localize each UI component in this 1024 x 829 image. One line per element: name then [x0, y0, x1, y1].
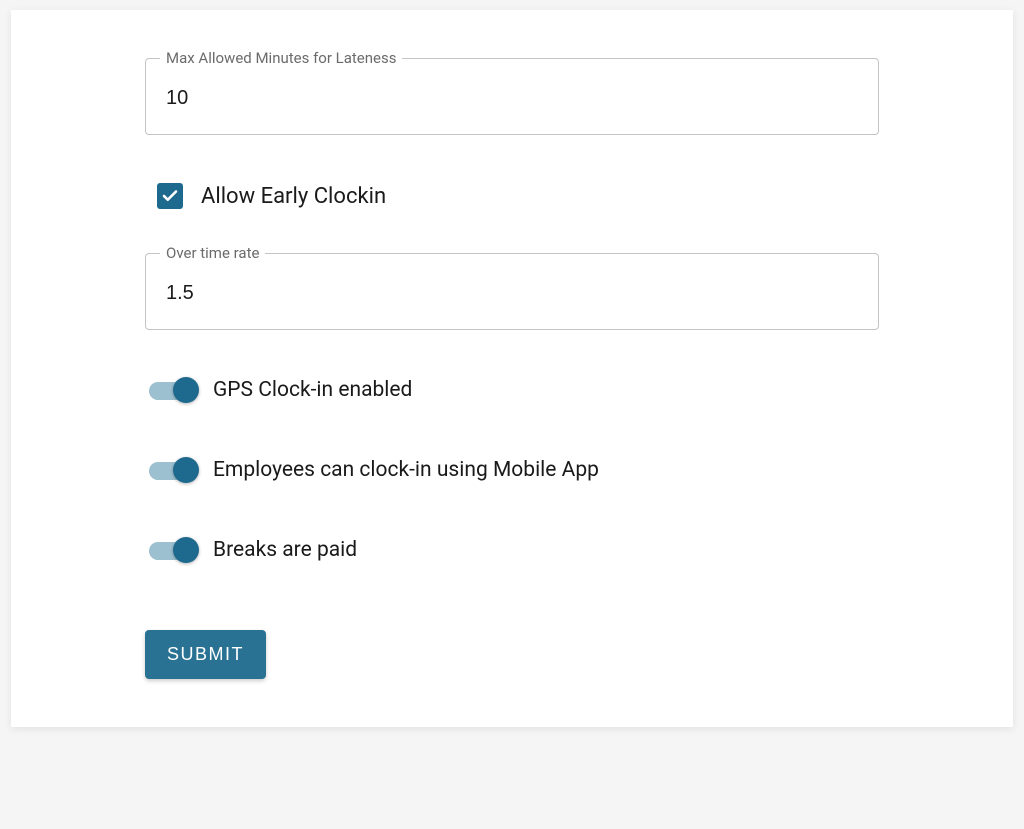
- early-clockin-label: Allow Early Clockin: [201, 184, 386, 209]
- gps-toggle-row: GPS Clock-in enabled: [145, 378, 879, 402]
- early-clockin-checkbox[interactable]: [157, 183, 183, 209]
- overtime-field-wrapper: Over time rate: [145, 253, 879, 330]
- overtime-input[interactable]: [146, 254, 878, 329]
- lateness-label: Max Allowed Minutes for Lateness: [160, 49, 402, 67]
- breaks-toggle[interactable]: [149, 540, 199, 560]
- checkmark-icon: [161, 187, 179, 205]
- mobile-toggle-row: Employees can clock-in using Mobile App: [145, 458, 879, 482]
- early-clockin-row: Allow Early Clockin: [145, 183, 879, 209]
- breaks-toggle-row: Breaks are paid: [145, 538, 879, 562]
- lateness-field-group: Max Allowed Minutes for Lateness: [145, 58, 879, 135]
- gps-toggle-label: GPS Clock-in enabled: [213, 378, 412, 402]
- settings-card: Max Allowed Minutes for Lateness Allow E…: [11, 10, 1013, 727]
- overtime-label: Over time rate: [160, 244, 265, 262]
- gps-toggle[interactable]: [149, 380, 199, 400]
- breaks-toggle-label: Breaks are paid: [213, 538, 357, 562]
- submit-button[interactable]: SUBMIT: [145, 630, 266, 679]
- mobile-toggle[interactable]: [149, 460, 199, 480]
- toggle-thumb: [173, 457, 199, 483]
- lateness-field-wrapper: Max Allowed Minutes for Lateness: [145, 58, 879, 135]
- mobile-toggle-label: Employees can clock-in using Mobile App: [213, 458, 599, 482]
- overtime-field-group: Over time rate: [145, 253, 879, 330]
- toggle-thumb: [173, 377, 199, 403]
- lateness-input[interactable]: [146, 59, 878, 134]
- toggle-thumb: [173, 537, 199, 563]
